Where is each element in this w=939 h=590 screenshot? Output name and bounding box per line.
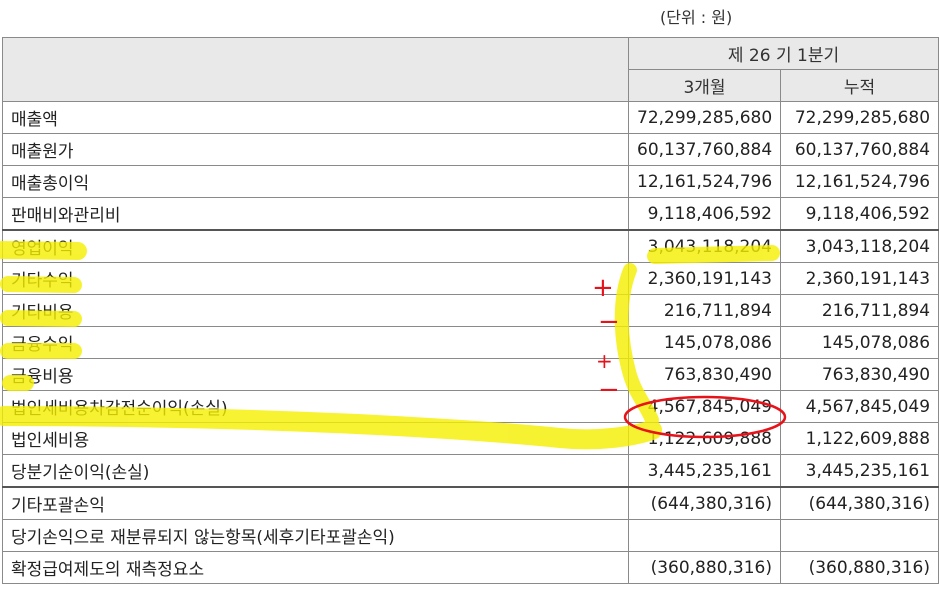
table-row: 당분기순이익(손실) 3,445,235,161 3,445,235,161 <box>2 454 939 488</box>
table-row: 매출총이익 12,161,524,796 12,161,524,796 <box>2 165 939 198</box>
row-label: 확정급여제도의 재측정요소 <box>2 551 629 584</box>
table-row: 기타포괄손익 (644,380,316) (644,380,316) <box>2 486 939 520</box>
header-cumulative: 누적 <box>779 69 939 102</box>
row-quarter-value: (644,380,316) <box>628 486 781 520</box>
row-quarter-value: 9,118,406,592 <box>628 197 781 231</box>
row-label: 금융비용 <box>2 358 629 391</box>
row-cumulative-value: 12,161,524,796 <box>779 165 939 198</box>
row-label: 당분기순이익(손실) <box>2 454 629 488</box>
table-row: 금융수익 145,078,086 145,078,086 <box>2 326 939 359</box>
table-row: 금융비용 763,830,490 763,830,490 <box>2 358 939 391</box>
row-cumulative-value: 3,445,235,161 <box>779 454 939 488</box>
row-quarter-value: 216,711,894 <box>628 294 781 327</box>
row-cumulative-value: 216,711,894 <box>779 294 939 327</box>
row-cumulative-value: 72,299,285,680 <box>779 101 939 134</box>
row-quarter-value <box>628 519 781 552</box>
table-row: 당기손익으로 재분류되지 않는항목(세후기타포괄손익) <box>2 519 939 552</box>
row-quarter-value: 3,445,235,161 <box>628 454 781 488</box>
row-cumulative-value: 9,118,406,592 <box>779 197 939 231</box>
row-quarter-value: 2,360,191,143 <box>628 262 781 295</box>
header-row-period: 제 26 기 1분기 <box>2 37 939 102</box>
row-label: 기타비용 <box>2 294 629 327</box>
row-label: 법인세비용 <box>2 422 629 455</box>
row-cumulative-value: 60,137,760,884 <box>779 133 939 166</box>
header-quarter: 3개월 <box>628 69 781 102</box>
row-cumulative-value: 763,830,490 <box>779 358 939 391</box>
table-row: 기타비용 216,711,894 216,711,894 <box>2 294 939 327</box>
row-cumulative-value <box>779 519 939 552</box>
table-row: 영업이익 3,043,118,204 3,043,118,204 <box>2 229 939 263</box>
row-label: 매출액 <box>2 101 629 134</box>
row-label: 기타포괄손익 <box>2 486 629 520</box>
row-quarter-value: 4,567,845,049 <box>628 390 781 423</box>
header-blank-cell <box>2 37 629 102</box>
row-cumulative-value: (360,880,316) <box>779 551 939 584</box>
table-row: 법인세비용 1,122,609,888 1,122,609,888 <box>2 422 939 455</box>
row-quarter-value: 12,161,524,796 <box>628 165 781 198</box>
header-period: 제 26 기 1분기 <box>627 37 939 70</box>
income-statement-table: 제 26 기 1분기 3개월 누적 매출액 72,299,285,680 72,… <box>2 37 939 584</box>
row-label: 매출원가 <box>2 133 629 166</box>
table-row: 매출원가 60,137,760,884 60,137,760,884 <box>2 133 939 166</box>
row-label: 판매비와관리비 <box>2 197 629 231</box>
row-label: 법인세비용차감전순이익(손실) <box>2 390 629 423</box>
row-cumulative-value: 1,122,609,888 <box>779 422 939 455</box>
table-row: 판매비와관리비 9,118,406,592 9,118,406,592 <box>2 197 939 231</box>
row-quarter-value: 145,078,086 <box>628 326 781 359</box>
row-cumulative-value: (644,380,316) <box>779 486 939 520</box>
row-label: 영업이익 <box>2 229 629 263</box>
row-cumulative-value: 3,043,118,204 <box>779 229 939 263</box>
row-cumulative-value: 145,078,086 <box>779 326 939 359</box>
row-quarter-value: (360,880,316) <box>628 551 781 584</box>
table-row: 법인세비용차감전순이익(손실) 4,567,845,049 4,567,845,… <box>2 390 939 423</box>
row-label: 당기손익으로 재분류되지 않는항목(세후기타포괄손익) <box>2 519 629 552</box>
row-label: 금융수익 <box>2 326 629 359</box>
row-quarter-value: 72,299,285,680 <box>628 101 781 134</box>
row-quarter-value: 1,122,609,888 <box>628 422 781 455</box>
row-quarter-value: 60,137,760,884 <box>628 133 781 166</box>
table-row: 확정급여제도의 재측정요소 (360,880,316) (360,880,316… <box>2 551 939 584</box>
table-row: 매출액 72,299,285,680 72,299,285,680 <box>2 101 939 134</box>
row-label: 기타수익 <box>2 262 629 295</box>
row-quarter-value: 3,043,118,204 <box>628 229 781 263</box>
unit-label: (단위 : 원) <box>660 8 733 27</box>
row-cumulative-value: 4,567,845,049 <box>779 390 939 423</box>
row-cumulative-value: 2,360,191,143 <box>779 262 939 295</box>
row-quarter-value: 763,830,490 <box>628 358 781 391</box>
table-row: 기타수익 2,360,191,143 2,360,191,143 <box>2 262 939 295</box>
row-label: 매출총이익 <box>2 165 629 198</box>
